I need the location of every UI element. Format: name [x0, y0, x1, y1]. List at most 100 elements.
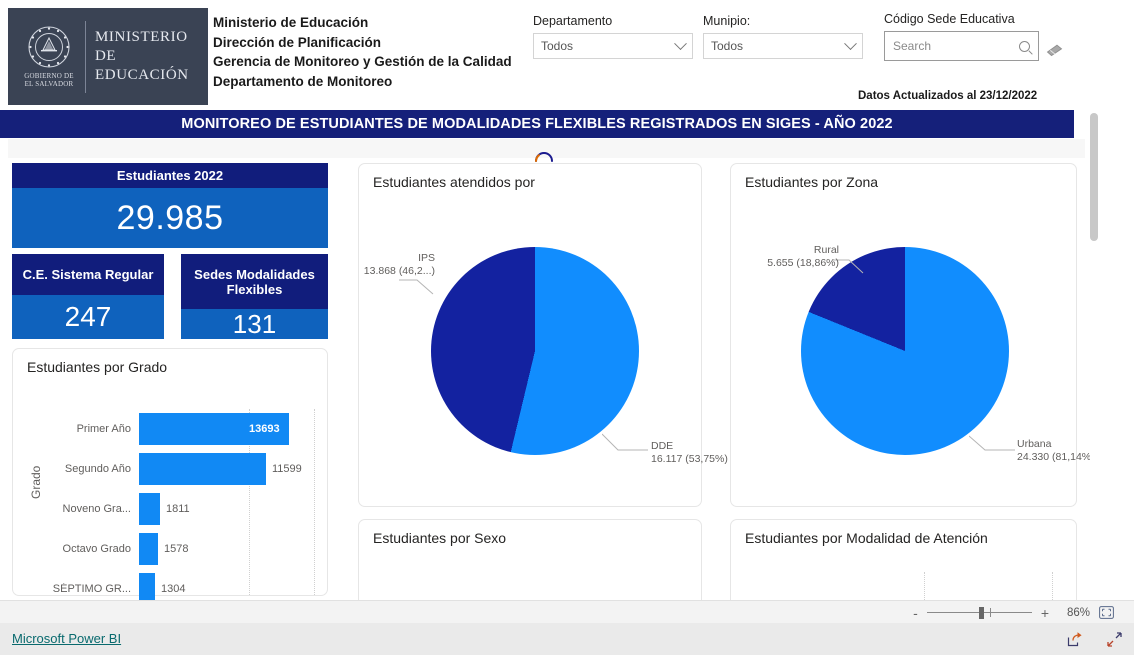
pie-label-name: DDE — [651, 440, 674, 452]
leader-line — [399, 279, 434, 295]
departamento-value: Todos — [541, 39, 574, 53]
chevron-down-icon — [844, 36, 857, 50]
bar-chart-plot-area: Grado Primer Año 13693 Segundo Año 11599… — [29, 387, 319, 600]
search-icon[interactable] — [1019, 40, 1030, 52]
munipio-value: Todos — [711, 39, 744, 53]
bar[interactable] — [139, 493, 160, 525]
zoom-slider[interactable] — [926, 606, 1032, 619]
pie-label-rural: Rural 5.655 (18,86%) — [749, 244, 839, 270]
data-updated-note: Datos Actualizados al 23/12/2022 — [858, 90, 1038, 102]
bar-row[interactable]: Octavo Grado 1578 — [31, 529, 319, 569]
canvas-right-padding — [1100, 0, 1134, 600]
zoom-level-label: 86% — [1066, 606, 1090, 619]
zoom-out-button[interactable]: - — [913, 606, 918, 620]
zoom-controls: - + 86% — [913, 601, 1114, 624]
pie-label-name: Urbana — [1017, 438, 1052, 450]
kpi-caption: Sedes Modalidades Flexibles — [181, 254, 328, 309]
kpi-value: 29.985 — [12, 188, 328, 248]
pie-label-name: Rural — [813, 244, 839, 256]
codigo-sede-label: Código Sede Educativa — [884, 12, 1015, 26]
microsoft-power-bi-link[interactable]: Microsoft Power BI — [12, 631, 121, 646]
report-header: GOBIERNO DE EL SALVADOR MINISTERIO DE ED… — [0, 0, 1090, 110]
fit-to-page-icon[interactable] — [1099, 606, 1114, 619]
chart-title: Estudiantes por Zona — [745, 174, 879, 190]
eraser-icon[interactable] — [1046, 44, 1064, 58]
ministry-logo-line-2: DE EDUCACIÓN — [95, 48, 189, 83]
bar-category-label: Primer Año — [76, 423, 131, 435]
logo-divider — [85, 20, 86, 93]
kpi-value: 131 — [181, 309, 328, 339]
expand-arrows-icon[interactable] — [1106, 631, 1123, 648]
zoom-in-button[interactable]: + — [1041, 606, 1049, 620]
kpi-card-sedes-modalidades-flexibles[interactable]: Sedes Modalidades Flexibles 131 — [181, 254, 328, 339]
bar-category-label: Segundo Año — [64, 463, 131, 475]
bar-value-label: 1304 — [161, 583, 186, 595]
pie-label-value: 16.117 (53,75%) — [651, 453, 728, 465]
status-bar: - + 86% — [0, 600, 1134, 623]
bar-row[interactable]: SÉPTIMO GR... 1304 — [31, 569, 319, 600]
kpi-value: 247 — [12, 295, 164, 339]
leader-line — [969, 435, 1015, 451]
report-canvas: GOBIERNO DE EL SALVADOR MINISTERIO DE ED… — [0, 0, 1134, 600]
header-title-line-4: Departamento de Monitoreo — [213, 73, 393, 89]
leader-line — [602, 433, 648, 451]
bar-row[interactable]: Noveno Gra... 1811 — [31, 489, 319, 529]
header-title-block: Ministerio de Educación Dirección de Pla… — [213, 13, 533, 91]
pie-label-value: 5.655 (18,86%) — [767, 257, 839, 269]
codigo-sede-search-box[interactable]: Search — [884, 31, 1039, 61]
chart-title: Estudiantes por Grado — [27, 359, 168, 375]
el-salvador-coat-of-arms-icon: GOBIERNO DE EL SALVADOR — [16, 20, 82, 94]
report-scrollbar-thumb[interactable] — [1090, 113, 1098, 241]
kpi-card-ce-sistema-regular[interactable]: C.E. Sistema Regular 247 — [12, 254, 164, 339]
filter-codigo-sede: Código Sede Educativa Search — [884, 12, 1039, 61]
leader-line — [833, 259, 864, 274]
chart-estudiantes-por-modalidad-de-atencion[interactable]: Estudiantes por Modalidad de Atención MF… — [730, 519, 1077, 600]
header-title-line-1: Ministerio de Educación — [213, 15, 369, 30]
filter-munipio: Munipio: Todos — [703, 14, 863, 59]
munipio-dropdown[interactable]: Todos — [703, 33, 863, 59]
bar-value-label: 1578 — [164, 543, 189, 555]
bar-row[interactable]: Primer Año 13693 — [31, 409, 319, 449]
dashboard-title-banner: MONITOREO DE ESTUDIANTES DE MODALIDADES … — [0, 110, 1074, 138]
pie-label-ips: IPS 13.868 (46,2...) — [317, 252, 435, 278]
munipio-label: Munipio: — [703, 14, 751, 28]
bar-value-label: 13693 — [249, 423, 280, 435]
pie-label-name: IPS — [418, 252, 435, 264]
chart-title: Estudiantes atendidos por — [373, 174, 535, 190]
bar-value-label: 11599 — [272, 463, 302, 475]
zoom-slider-tick — [989, 607, 991, 617]
share-icon[interactable] — [1066, 631, 1083, 648]
pie-slices[interactable] — [801, 247, 1009, 455]
ministry-logo-line-1: MINISTERIO — [95, 29, 188, 45]
footer-bar: Microsoft Power BI — [0, 623, 1134, 655]
bar-value-label: 1811 — [166, 503, 190, 515]
chart-estudiantes-por-zona[interactable]: Estudiantes por Zona Rural 5.655 (18,86%… — [730, 163, 1095, 507]
bar[interactable] — [139, 453, 266, 485]
departamento-dropdown[interactable]: Todos — [533, 33, 693, 59]
header-title-line-2: Dirección de Planificación — [213, 34, 382, 50]
gridline — [1052, 572, 1053, 600]
filter-departamento: Departamento Todos — [533, 14, 693, 59]
chevron-down-icon — [674, 36, 687, 50]
chart-estudiantes-por-sexo[interactable]: Estudiantes por Sexo Masculino — [358, 519, 702, 600]
gridline — [924, 572, 925, 600]
chart-title: Estudiantes por Modalidad de Atención — [745, 530, 988, 546]
bar-category-label: Noveno Gra... — [62, 503, 131, 515]
bar-row[interactable]: Segundo Año 11599 — [31, 449, 319, 489]
codigo-sede-placeholder: Search — [893, 39, 932, 53]
pie-label-urbana: Urbana 24.330 (81,14%) — [1017, 438, 1095, 464]
bar[interactable] — [139, 573, 155, 600]
pie-label-value: 13.868 (46,2...) — [363, 265, 435, 277]
kpi-caption: C.E. Sistema Regular — [12, 254, 164, 295]
pie-slices[interactable] — [431, 247, 639, 455]
gov-line-2: EL SALVADOR — [24, 80, 74, 88]
departamento-label: Departamento — [533, 14, 613, 28]
chart-title: Estudiantes por Sexo — [373, 530, 507, 546]
chart-estudiantes-atendidos-por[interactable]: Estudiantes atendidos por IPS 13.868 (46… — [358, 163, 728, 507]
chart-estudiantes-por-grado[interactable]: Estudiantes por Grado Grado Primer Año 1… — [12, 348, 328, 600]
gov-line-1: GOBIERNO DE — [24, 72, 74, 80]
header-title-line-3: Gerencia de Monitoreo y Gestión de la Ca… — [213, 54, 512, 69]
kpi-card-estudiantes-2022[interactable]: Estudiantes 2022 29.985 — [12, 163, 328, 248]
bar[interactable] — [139, 533, 158, 565]
zoom-slider-thumb[interactable] — [978, 606, 984, 619]
